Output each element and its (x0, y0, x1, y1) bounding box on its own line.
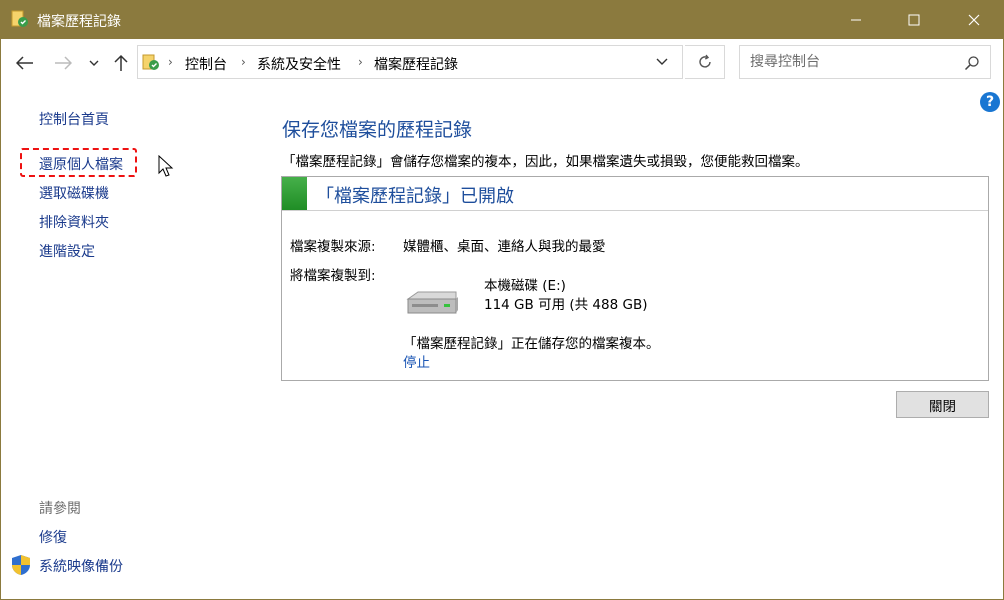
hard-drive-icon (406, 291, 458, 314)
minimize-icon (851, 19, 861, 21)
file-history-icon (11, 10, 28, 27)
breadcrumb-separator: › (358, 55, 363, 69)
address-dropdown-button[interactable] (654, 54, 670, 70)
recent-locations-button[interactable] (85, 51, 103, 75)
arrow-up-icon (114, 54, 128, 71)
see-also-heading: 請參閱 (39, 501, 81, 517)
refresh-icon (698, 54, 711, 68)
search-input[interactable] (748, 53, 952, 71)
window: 檔案歷程記錄 › 控制台 › 系統及安全性 › 檔案歷程記錄 搜尋控制台 ? 控… (0, 0, 1004, 600)
breadcrumb-separator: › (241, 55, 246, 69)
select-drive-link[interactable]: 選取磁碟機 (39, 183, 109, 203)
recovery-link[interactable]: 修復 (39, 527, 67, 547)
advanced-settings-link[interactable]: 進階設定 (39, 241, 95, 261)
control-panel-home-link[interactable]: 控制台首頁 (39, 109, 109, 129)
help-icon: ? (985, 94, 995, 110)
chevron-down-icon (656, 58, 668, 65)
window-title: 檔案歷程記錄 (37, 14, 121, 30)
search-box[interactable] (739, 45, 991, 79)
exclude-folders-link[interactable]: 排除資料夾 (39, 212, 109, 232)
mouse-cursor-icon (158, 155, 174, 177)
status-indicator (282, 177, 307, 211)
page-description: 「檔案歷程記錄」會儲存您檔案的複本，因此，如果檔案遺失或損毀，您便能救回檔案。 (282, 154, 809, 170)
breadcrumb-separator: › (168, 55, 173, 69)
search-icon[interactable] (964, 55, 980, 71)
minimize-button[interactable] (833, 1, 879, 39)
control-panel-icon (142, 54, 159, 70)
arrow-left-icon (16, 56, 33, 70)
forward-button[interactable] (51, 51, 75, 75)
uac-shield-icon (12, 555, 30, 575)
back-button[interactable] (13, 51, 37, 75)
up-button[interactable] (109, 51, 133, 75)
close-button[interactable]: 關閉 (896, 391, 989, 418)
system-image-backup-link[interactable]: 系統映像備份 (39, 556, 123, 576)
chevron-down-icon (89, 60, 99, 66)
drive-name: 本機磁碟 (E:) (484, 278, 566, 294)
close-icon (968, 14, 980, 26)
source-value: 媒體櫃、桌面、連絡人與我的最愛 (403, 239, 606, 255)
maximize-button[interactable] (891, 1, 937, 39)
maximize-icon (908, 14, 920, 26)
stop-link[interactable]: 停止 (403, 351, 430, 371)
page-title: 保存您檔案的歷程記錄 (282, 119, 473, 141)
status-panel: 「檔案歷程記錄」已開啟 檔案複製來源: 媒體櫃、桌面、連絡人與我的最愛 將檔案複… (281, 176, 989, 381)
source-label: 檔案複製來源: (290, 239, 376, 255)
title-bar[interactable]: 檔案歷程記錄 (1, 1, 1003, 39)
arrow-right-icon (55, 56, 72, 70)
status-title: 「檔案歷程記錄」已開啟 (316, 186, 514, 207)
breadcrumb-system-security[interactable]: 系統及安全性 (257, 54, 341, 74)
divider (282, 210, 988, 211)
refresh-button[interactable] (685, 45, 725, 79)
highlight-annotation (20, 148, 137, 177)
address-bar[interactable]: › 控制台 › 系統及安全性 › 檔案歷程記錄 (137, 45, 683, 79)
destination-label: 將檔案複製到: (290, 268, 376, 284)
close-window-button[interactable] (951, 1, 997, 39)
breadcrumb-control-panel[interactable]: 控制台 (185, 54, 227, 74)
saving-status-text: 「檔案歷程記錄」正在儲存您的檔案複本。 (403, 336, 660, 352)
drive-free-space: 114 GB 可用 (共 488 GB) (484, 297, 648, 313)
help-button[interactable]: ? (980, 92, 1000, 112)
breadcrumb-file-history[interactable]: 檔案歷程記錄 (374, 54, 458, 74)
